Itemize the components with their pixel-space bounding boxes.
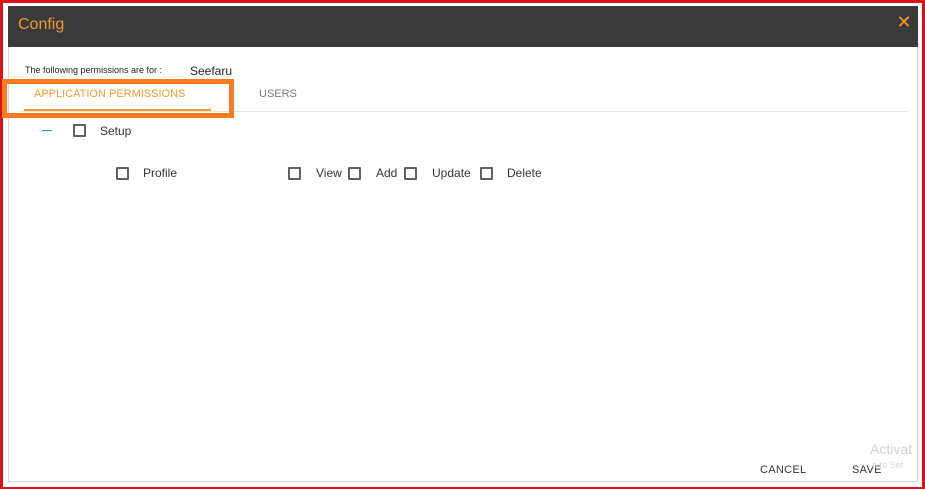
delete-label: Delete [507,166,542,180]
profile-label: Profile [143,166,178,180]
dialog-title: Config [18,16,65,33]
collapse-icon[interactable] [42,130,52,131]
setup-label: Setup [100,124,132,138]
update-label: Update [432,166,471,180]
tab-users[interactable]: USERS [259,88,297,100]
activation-watermark: Activat [870,441,913,457]
delete-checkbox[interactable] [480,167,493,180]
permissions-for-value: Seefaru [190,64,233,78]
highlight-box [2,79,234,118]
cancel-button[interactable]: CANCEL [760,464,806,476]
activation-watermark-sub: o to Set [872,460,904,470]
dialog-header: Config ✕ [8,6,918,47]
profile-checkbox[interactable] [116,167,129,180]
close-icon[interactable]: ✕ [896,13,912,31]
view-checkbox[interactable] [288,167,301,180]
add-label: Add [376,166,398,180]
view-label: View [316,166,342,180]
permissions-for-label: The following permissions are for : [25,65,163,75]
setup-checkbox[interactable] [73,124,86,137]
update-checkbox[interactable] [404,167,417,180]
add-checkbox[interactable] [348,167,361,180]
